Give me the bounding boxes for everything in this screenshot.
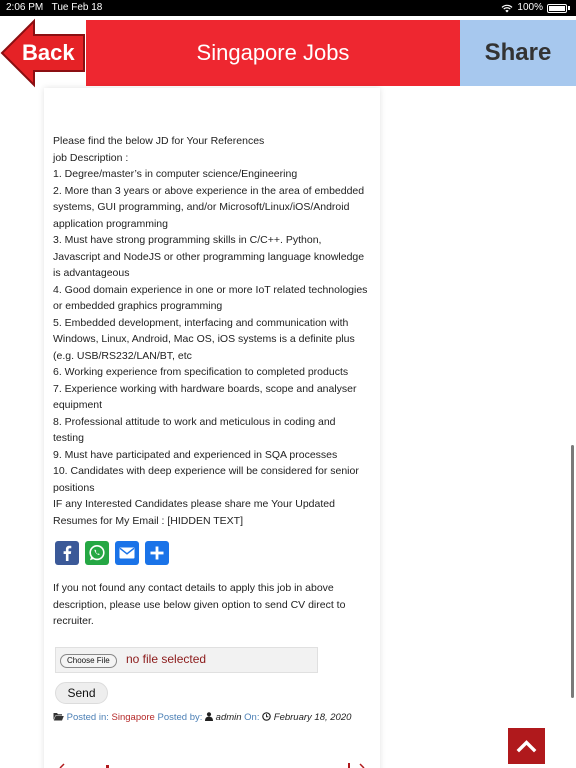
app-header: Singapore Jobs Share Back (0, 16, 576, 88)
back-to-top-button[interactable] (508, 728, 545, 764)
facebook-icon (63, 545, 72, 561)
jd-line: 9. Must have participated and experience… (53, 448, 338, 461)
jd-line: 6. Working experience from specification… (53, 366, 349, 378)
cv-file-upload: Choose File no file selected (55, 647, 318, 673)
share-plus-icon (150, 546, 164, 560)
posted-in-label: Posted in: (66, 712, 109, 723)
chevron-up-icon (516, 740, 537, 753)
post-meta: Posted in: Singapore Posted by: admin On… (53, 712, 351, 724)
jd-line: 10. Candidates with deep experience will… (53, 465, 359, 477)
jd-line: positions (53, 481, 95, 494)
category-link[interactable]: Singapore (112, 712, 155, 723)
jd-line: 2. More than 3 years or above experience… (53, 184, 365, 197)
jd-line: 5. Embedded development, interfacing and… (53, 316, 349, 329)
page-scrollbar[interactable] (571, 445, 574, 698)
email-icon (119, 547, 135, 559)
status-right: 100% (501, 0, 570, 16)
app-screen: 2:06 PM Tue Feb 18 100% Singapore Jobs S… (0, 0, 576, 768)
jd-line: application programming (53, 217, 168, 230)
jd-line: 1. Degree/master’s in computer science/E… (53, 168, 298, 180)
jd-line: equipment (53, 399, 103, 411)
jd-line: IF any Interested Candidates please shar… (53, 498, 335, 510)
jd-line: Javascript and NodeJS or other programmi… (53, 250, 365, 263)
battery-icon (547, 3, 567, 13)
facebook-share-button[interactable] (55, 541, 79, 565)
back-button[interactable]: Back (0, 18, 86, 88)
job-description: Please find the below JD for Your Refere… (53, 133, 373, 529)
post-date: February 18, 2020 (273, 712, 352, 723)
battery-percent: 100% (517, 2, 543, 13)
folder-open-icon (53, 713, 64, 721)
email-share-button[interactable] (115, 541, 139, 565)
user-icon (205, 712, 214, 721)
jd-line: (e.g. USB/RS232/LAN/BT, etc (53, 349, 192, 362)
jd-line: 7. Experience working with hardware boar… (53, 382, 357, 395)
jd-line: 4. Good domain experience in one or more… (53, 283, 368, 296)
post-navigation-fragment (59, 763, 365, 768)
jd-line: 8. Professional attitude to work and met… (53, 415, 336, 428)
jd-line: Windows, Linux, Android, Mac OS, iOS sys… (53, 333, 355, 345)
share-button[interactable]: Share (460, 20, 576, 86)
status-bar: 2:06 PM Tue Feb 18 100% (0, 0, 576, 16)
jd-line: is advantageous (53, 267, 130, 279)
back-label: Back (22, 40, 75, 65)
jd-line: systems, GUI programming, and/or Microso… (53, 201, 350, 213)
jd-line: testing (53, 432, 84, 444)
status-time-date: 2:06 PM Tue Feb 18 (6, 2, 103, 13)
jd-line: 3. Must have strong programming skills i… (53, 234, 322, 246)
page-title: Singapore Jobs (196, 40, 350, 65)
jd-line: job Description : (53, 151, 129, 164)
wifi-icon (501, 4, 513, 12)
whatsapp-icon (89, 545, 105, 561)
jd-line: Resumes for My Email : [HIDDEN TEXT] (53, 514, 244, 527)
note-line: description, please use below given opti… (53, 598, 346, 611)
note-line: recruiter. (53, 615, 94, 627)
author-name: admin (215, 712, 242, 723)
file-status: no file selected (126, 652, 207, 666)
note-line: If you not found any contact details to … (53, 582, 334, 594)
jd-line: or embedded graphics programming (53, 300, 223, 312)
apply-note: If you not found any contact details to … (53, 580, 373, 630)
posted-by-label: Posted by: (157, 712, 203, 723)
social-share-bar (55, 541, 169, 565)
clock-icon (262, 712, 271, 721)
jd-line: Please find the below JD for Your Refere… (53, 135, 265, 147)
whatsapp-share-button[interactable] (85, 541, 109, 565)
more-share-button[interactable] (145, 541, 169, 565)
on-label: On: (244, 712, 260, 723)
send-button[interactable]: Send (55, 682, 108, 704)
choose-file-button[interactable]: Choose File (60, 654, 117, 668)
